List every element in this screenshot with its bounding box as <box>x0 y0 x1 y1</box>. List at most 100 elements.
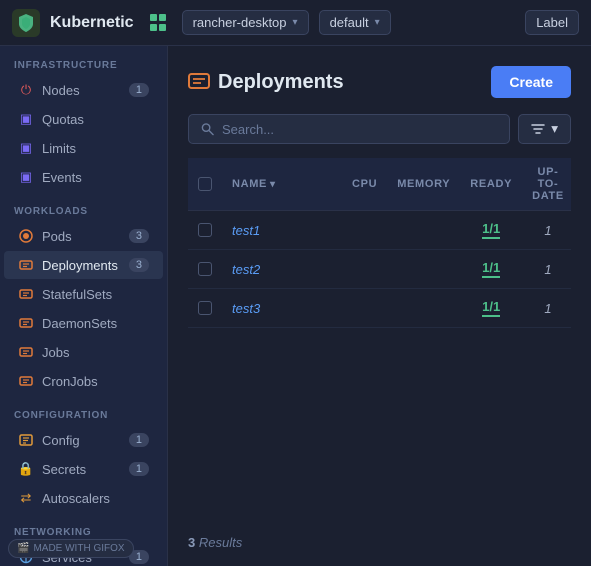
gifox-label: MADE WITH GIFOX <box>33 543 124 554</box>
daemonsets-icon <box>18 315 34 331</box>
sidebar-item-autoscalers[interactable]: ⇄ Autoscalers <box>4 484 163 512</box>
sidebar-item-label: Nodes <box>42 83 80 98</box>
page-header: Deployments Create <box>188 66 571 98</box>
sidebar-item-label: StatefulSets <box>42 287 112 302</box>
cluster-dropdown[interactable]: rancher-desktop ▾ <box>182 10 309 35</box>
row-check[interactable] <box>188 289 222 328</box>
nodes-badge: 1 <box>129 83 149 97</box>
col-header-check <box>188 158 222 211</box>
namespace-chevron-icon: ▾ <box>375 17 380 28</box>
col-header-cpu: CPU <box>342 158 387 211</box>
sidebar-item-label: Pods <box>42 229 72 244</box>
search-input[interactable] <box>222 122 497 137</box>
row-checkbox[interactable] <box>198 262 212 276</box>
filter-icon <box>531 122 545 136</box>
table-row[interactable]: test1 1/1 1 <box>188 211 571 250</box>
col-header-memory: MEMORY <box>387 158 460 211</box>
table-row[interactable]: test2 1/1 1 <box>188 250 571 289</box>
sidebar-item-cronjobs[interactable]: CronJobs <box>4 367 163 395</box>
row-uptodate: 1 <box>522 289 571 328</box>
sidebar-item-pods[interactable]: Pods 3 <box>4 222 163 250</box>
config-icon <box>18 432 34 448</box>
create-button[interactable]: Create <box>491 66 571 98</box>
sidebar-item-statefulsets[interactable]: StatefulSets <box>4 280 163 308</box>
sidebar-item-label: Autoscalers <box>42 491 110 506</box>
gifox-badge: 🎬 MADE WITH GIFOX <box>8 539 134 558</box>
statefulsets-icon <box>18 286 34 302</box>
sidebar-item-events[interactable]: ▣ Events <box>4 163 163 191</box>
filter-button[interactable]: ▾ <box>518 114 571 144</box>
row-name[interactable]: test3 <box>222 289 342 328</box>
search-input-wrap[interactable] <box>188 114 510 144</box>
quota-icon: ▣ <box>18 111 34 127</box>
label-button[interactable]: Label <box>525 10 579 35</box>
namespace-dropdown[interactable]: default ▾ <box>319 10 391 35</box>
sidebar-item-config[interactable]: Config 1 <box>4 426 163 454</box>
sidebar-item-daemonsets[interactable]: DaemonSets <box>4 309 163 337</box>
row-checkbox[interactable] <box>198 223 212 237</box>
sidebar-item-label: Secrets <box>42 462 86 477</box>
event-icon: ▣ <box>18 169 34 185</box>
config-badge: 1 <box>129 433 149 447</box>
power-icon: ⏻ <box>18 82 34 98</box>
layout: Infrastructure ⏻ Nodes 1 ▣ Quotas ▣ Limi… <box>0 46 591 566</box>
sidebar-item-nodes[interactable]: ⏻ Nodes 1 <box>4 76 163 104</box>
row-check[interactable] <box>188 211 222 250</box>
deployments-page-icon <box>188 70 210 95</box>
section-workloads: Workloads <box>0 192 167 221</box>
row-cpu <box>342 289 387 328</box>
cluster-chevron-icon: ▾ <box>293 17 298 28</box>
row-check[interactable] <box>188 250 222 289</box>
sidebar-item-label: CronJobs <box>42 374 98 389</box>
section-configuration: Configuration <box>0 396 167 425</box>
sort-icon: ▾ <box>270 179 276 190</box>
sidebar-item-label: Events <box>42 170 82 185</box>
row-uptodate: 1 <box>522 211 571 250</box>
pods-badge: 3 <box>129 229 149 243</box>
col-header-uptodate: UP-TO-DATE <box>522 158 571 211</box>
sidebar-item-label: Config <box>42 433 80 448</box>
row-memory <box>387 289 460 328</box>
lock-icon: 🔒 <box>18 461 34 477</box>
jobs-icon <box>18 344 34 360</box>
app-title: Kubernetic <box>50 14 134 32</box>
col-header-name[interactable]: NAME ▾ <box>222 158 342 211</box>
deployments-table-wrap: NAME ▾ CPU MEMORY READY <box>188 158 571 523</box>
sidebar-item-label: Deployments <box>42 258 118 273</box>
section-infrastructure: Infrastructure <box>0 46 167 75</box>
sidebar-item-label: Quotas <box>42 112 84 127</box>
row-ready: 1/1 <box>460 211 522 250</box>
row-name[interactable]: test2 <box>222 250 342 289</box>
sidebar-item-deployments[interactable]: Deployments 3 <box>4 251 163 279</box>
sidebar-item-secrets[interactable]: 🔒 Secrets 1 <box>4 455 163 483</box>
sidebar-item-label: DaemonSets <box>42 316 117 331</box>
results-label: Results <box>199 535 242 550</box>
sidebar-item-label: Jobs <box>42 345 69 360</box>
search-icon <box>201 122 214 136</box>
row-cpu <box>342 211 387 250</box>
row-checkbox[interactable] <box>198 301 212 315</box>
gifox-icon: 🎬 <box>17 543 29 554</box>
sidebar-item-label: Limits <box>42 141 76 156</box>
row-memory <box>387 211 460 250</box>
page-title: Deployments <box>218 71 344 94</box>
autoscaler-icon: ⇄ <box>18 490 34 506</box>
logo-icon <box>12 9 40 37</box>
page-title-row: Deployments <box>188 70 344 95</box>
sidebar: Infrastructure ⏻ Nodes 1 ▣ Quotas ▣ Limi… <box>0 46 168 566</box>
cronjobs-icon <box>18 373 34 389</box>
row-memory <box>387 250 460 289</box>
section-networking: Networking <box>0 513 167 542</box>
sidebar-item-quotas[interactable]: ▣ Quotas <box>4 105 163 133</box>
main-content: Deployments Create ▾ <box>168 46 591 566</box>
secrets-badge: 1 <box>129 462 149 476</box>
pods-icon <box>18 228 34 244</box>
col-header-ready: READY <box>460 158 522 211</box>
table-row[interactable]: test3 1/1 1 <box>188 289 571 328</box>
row-cpu <box>342 250 387 289</box>
grid-menu-icon[interactable] <box>150 14 168 32</box>
sidebar-item-jobs[interactable]: Jobs <box>4 338 163 366</box>
sidebar-item-limits[interactable]: ▣ Limits <box>4 134 163 162</box>
row-name[interactable]: test1 <box>222 211 342 250</box>
select-all-checkbox[interactable] <box>198 177 212 191</box>
